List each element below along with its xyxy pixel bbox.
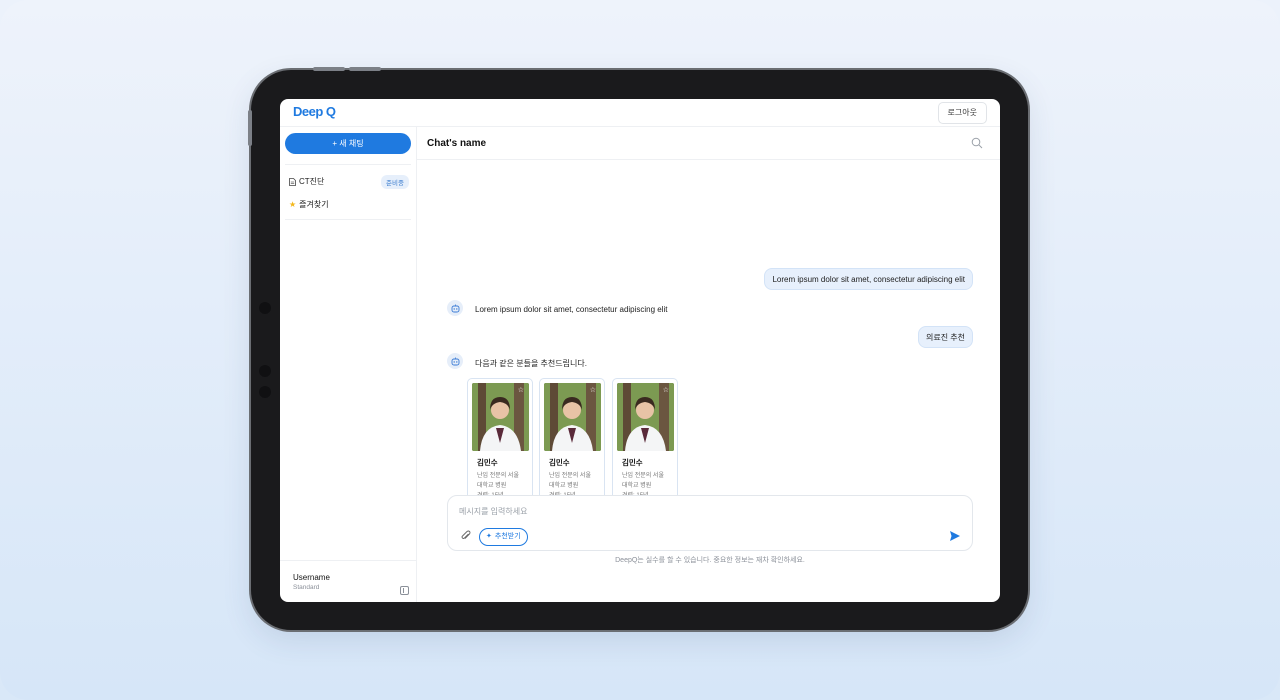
bot-icon (451, 357, 459, 365)
doctor-name: 김민수 (477, 458, 498, 467)
doctor-card[interactable]: ☆ 김민수 난임 전문의 서울 대학교 병원 경력: 15년 (467, 378, 533, 502)
disclaimer: DeepQ는 실수를 할 수 있습니다. 중요한 정보는 재차 확인하세요. (615, 557, 805, 564)
doctor-card[interactable]: ☆ 김민수 난임 전문의 서울 대학교 병원 경력: 15년 (612, 378, 678, 502)
doctor-specialty: 난임 전문의 서울 (549, 473, 591, 479)
recommend-button[interactable]: ✦ 추천받기 (479, 528, 528, 546)
search-icon[interactable] (971, 137, 983, 149)
doctor-name: 김민수 (549, 458, 570, 467)
doctor-specialty: 난임 전문의 서울 (477, 473, 519, 479)
user-message: Lorem ipsum dolor sit amet, consectetur … (764, 268, 973, 290)
bot-message: 다음과 같은 분들을 추천드립니다. (475, 359, 587, 368)
collapse-sidebar-icon[interactable] (400, 586, 409, 595)
send-icon[interactable] (949, 530, 961, 542)
sparkle-icon: ✦ (486, 533, 492, 540)
star-icon: ★ (289, 200, 297, 209)
side-button (248, 110, 252, 146)
top-button (313, 67, 345, 71)
chat-main: Chat's name Lorem ipsum dolor sit amet, … (417, 127, 1000, 602)
favorite-star-icon[interactable]: ☆ (590, 386, 596, 394)
top-button (349, 67, 381, 71)
top-bar: Deep Q 로그아웃 (280, 99, 1000, 127)
message-composer[interactable]: 메시지를 입력하세요 ✦ 추천받기 (447, 495, 973, 551)
sidebar: + 새 채팅 CT진단 준비중 ★ 즐겨찾기 Username Standard (280, 127, 417, 602)
app-screen: Deep Q 로그아웃 + 새 채팅 CT진단 준비중 ★ 즐겨찾기 Usern… (280, 99, 1000, 602)
divider (280, 560, 417, 561)
bot-icon (451, 304, 459, 312)
user-message: 의료진 추천 (917, 326, 973, 348)
sidebar-item-label: 즐겨찾기 (299, 200, 329, 209)
tablet-device: Deep Q 로그아웃 + 새 채팅 CT진단 준비중 ★ 즐겨찾기 Usern… (248, 67, 1028, 630)
new-chat-button[interactable]: + 새 채팅 (285, 133, 411, 154)
status-badge: 준비중 (381, 175, 409, 189)
doctor-specialty: 난임 전문의 서울 (622, 473, 664, 479)
bot-message: Lorem ipsum dolor sit amet, consectetur … (475, 305, 668, 314)
chat-title: Chat's name (427, 138, 487, 149)
favorite-star-icon[interactable]: ☆ (518, 386, 524, 394)
doctor-hospital: 대학교 병원 (477, 483, 507, 489)
bot-avatar (447, 353, 463, 369)
document-icon (289, 177, 296, 186)
recommend-label: 추천받기 (494, 533, 521, 540)
doctor-hospital: 대학교 병원 (549, 483, 579, 489)
camera (259, 386, 271, 398)
doctor-card[interactable]: ☆ 김민수 난임 전문의 서울 대학교 병원 경력: 15년 (539, 378, 605, 502)
camera (259, 302, 271, 314)
username: Username (293, 573, 330, 582)
doctor-hospital: 대학교 병원 (622, 483, 652, 489)
bot-avatar (447, 300, 463, 316)
logout-button[interactable]: 로그아웃 (937, 102, 987, 124)
divider (285, 164, 411, 165)
app-logo[interactable]: Deep Q (293, 104, 336, 119)
doctor-name: 김민수 (622, 458, 643, 467)
sidebar-item-label: CT진단 (299, 177, 325, 186)
favorite-star-icon[interactable]: ☆ (663, 386, 669, 394)
chat-header: Chat's name (417, 127, 1000, 160)
camera (259, 365, 271, 377)
sidebar-item-ct[interactable]: CT진단 (289, 176, 324, 187)
message-input[interactable]: 메시지를 입력하세요 (459, 506, 527, 517)
attach-icon[interactable] (460, 530, 472, 542)
user-plan: Standard (293, 584, 320, 591)
divider (285, 219, 411, 220)
sidebar-item-favorites[interactable]: ★ 즐겨찾기 (289, 199, 329, 210)
